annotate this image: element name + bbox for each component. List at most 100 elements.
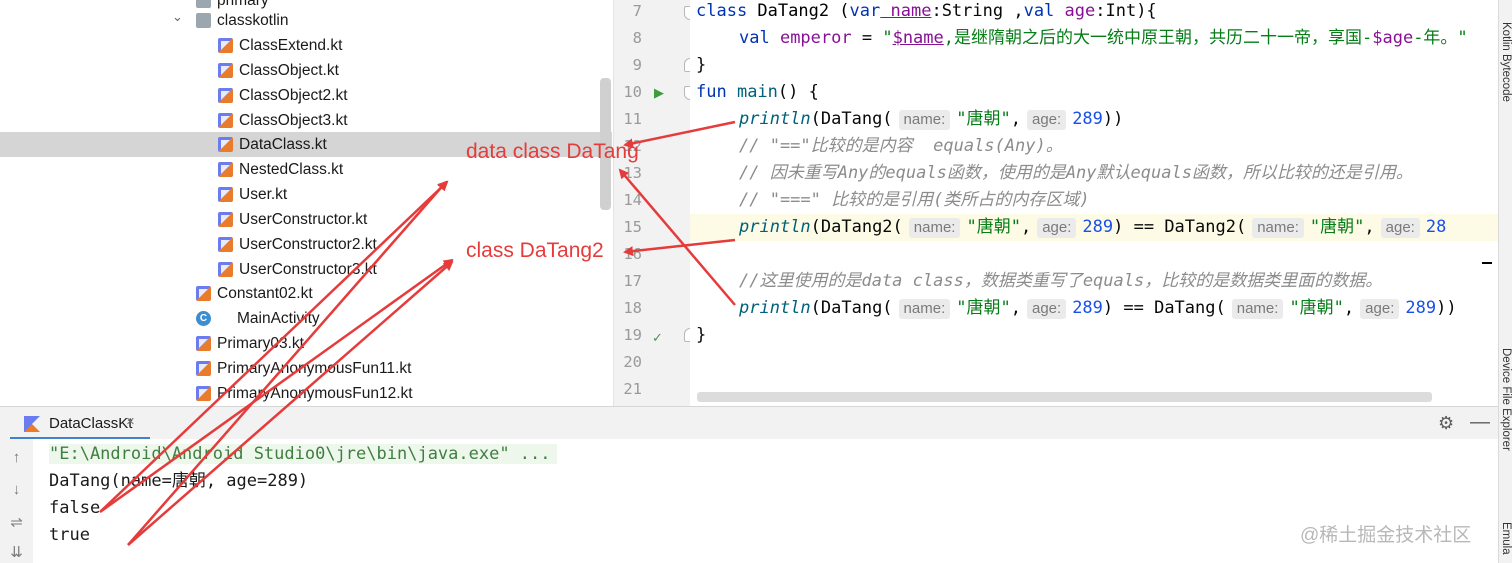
chevron-down-icon[interactable]: ⌄ [172, 4, 183, 29]
line-number: 20 [623, 353, 642, 371]
line-number: 21 [623, 380, 642, 398]
code-line-8: val emperor = "$name,是继隋朝之后的大一统中原王朝，共历二十… [739, 28, 1468, 48]
tree-item[interactable]: ClassObject2.kt [0, 83, 612, 108]
right-tool-strip: Kotlin Bytecode Device File Explorer Emu… [1498, 0, 1512, 563]
run-main-icon[interactable]: ▶ [654, 79, 664, 106]
close-icon[interactable]: × [126, 413, 135, 430]
tree-item-label: UserConstructor.kt [239, 211, 368, 228]
kotlin-file-icon [196, 386, 211, 401]
down-arrow-icon[interactable]: ↓ [8, 481, 25, 498]
activity-class-icon: C [196, 311, 211, 326]
tree-item-label: NestedClass.kt [239, 161, 344, 178]
kotlin-file-icon [196, 336, 211, 351]
console-output-line: false [49, 498, 101, 518]
code-line-13: // 因未重写Any的equals函数，使用的是Any默认equals函数，所以… [739, 163, 1413, 183]
minimize-icon[interactable]: — [1470, 411, 1490, 434]
code-line-15: println(DaTang2(name: "唐朝", age: 289) == Da… [739, 217, 1447, 238]
line-number: 11 [623, 110, 642, 128]
tree-item-label: ClassObject3.kt [239, 112, 348, 129]
tree-item[interactable]: ClassExtend.kt [0, 33, 612, 58]
param-hint-name: name: [908, 218, 961, 238]
code-line-12: // "=="比较的是内容 equals(Any)。 [739, 136, 1063, 156]
text-cursor [1482, 262, 1492, 264]
tree-item-label: Constant02.kt [217, 285, 313, 302]
tree-item[interactable]: PrimaryAnonymousFun11.kt [0, 356, 612, 381]
project-tree: primary ⌄ classkotlin ClassExtend.kt ClassOb… [0, 0, 612, 406]
tree-item-label: UserConstructor3.kt [239, 261, 377, 278]
code-line-19: } [696, 325, 707, 345]
tree-item[interactable]: PrimaryAnonymousFun12.kt [0, 381, 612, 406]
kotlin-file-icon [218, 137, 233, 152]
code-line-14: // "===" 比较的是引用(类所占的内存区域) [739, 190, 1090, 210]
tree-item-label: ClassObject.kt [239, 62, 339, 79]
watermark: @稀土掘金技术社区 [1300, 525, 1472, 546]
tree-item[interactable]: ClassObject3.kt [0, 108, 612, 133]
kotlin-file-icon [196, 286, 211, 301]
line-number: 19 [623, 326, 642, 344]
code-line-10: fun main() { [696, 82, 819, 102]
folder-icon [196, 0, 211, 8]
param-hint-age: age: [1026, 299, 1067, 319]
param-hint-age: age: [1360, 299, 1400, 319]
kotlin-run-icon [24, 416, 40, 432]
check-ok-icon: ✓ [652, 330, 663, 345]
code-line-9: } [696, 55, 707, 75]
console-output-line: true [49, 525, 90, 545]
tab-emulator[interactable]: Emula [1499, 522, 1512, 555]
tab-run-dataclasskt[interactable]: DataClassKt × [10, 407, 150, 440]
scroll-to-end-icon[interactable]: ⇊ [8, 543, 25, 561]
tree-item[interactable]: ClassObject.kt [0, 58, 612, 83]
code-line-17: //这里使用的是data class，数据类重写了equals，比较的是数据类里… [739, 271, 1383, 291]
line-number: 16 [623, 245, 642, 263]
code-line-11: println(DaTang(name: "唐朝", age: 289)) [739, 109, 1124, 130]
kotlin-file-icon [218, 88, 233, 103]
tree-item-label: UserConstructor2.kt [239, 236, 377, 253]
line-number: 9 [632, 56, 642, 74]
line-number: 10 [623, 83, 642, 101]
tree-item-label: Primary03.kt [217, 335, 304, 352]
line-number: 13 [623, 164, 642, 182]
run-tab-label: DataClassKt [49, 415, 133, 432]
tree-item-label: User.kt [239, 186, 288, 203]
kotlin-file-icon [218, 212, 233, 227]
console-command-line: "E:\Android\Android Studio0\jre\bin\java… [49, 441, 557, 468]
kotlin-file-icon [218, 38, 233, 53]
tree-item-label: PrimaryAnonymousFun12.kt [217, 385, 413, 402]
param-hint-name: name: [898, 110, 951, 130]
tree-item-label: ClassObject2.kt [239, 87, 348, 104]
code-editor[interactable]: class DaTang2 (var name:String ,val age:… [690, 0, 1498, 406]
param-hint-name: name: [1231, 299, 1284, 319]
code-line-18: println(DaTang(name: "唐朝", age: 289) == DaT… [739, 298, 1457, 319]
line-number: 8 [632, 29, 642, 47]
param-hint-age: age: [1380, 218, 1420, 238]
param-hint-name: name: [1252, 218, 1304, 238]
line-number: 18 [623, 299, 642, 317]
kotlin-file-icon [218, 187, 233, 202]
console-output-line: DaTang(name=唐朝, age=289) [49, 471, 309, 491]
folder-icon [196, 13, 211, 28]
tree-item-label: classkotlin [217, 12, 289, 29]
tab-kotlin-bytecode[interactable]: Kotlin Bytecode [1499, 22, 1512, 102]
kotlin-file-icon [196, 361, 211, 376]
tab-device-file-explorer[interactable]: Device File Explorer [1499, 348, 1512, 451]
tree-item-label: ClassExtend.kt [239, 37, 343, 54]
param-hint-age: age: [1037, 218, 1077, 238]
up-arrow-icon[interactable]: ↑ [8, 449, 25, 466]
annotation-data-class: data class DaTang [466, 140, 639, 163]
run-panel-header: DataClassKt × ⚙ — [0, 406, 1498, 440]
line-number: 14 [623, 191, 642, 209]
tree-item[interactable]: UserConstructor.kt [0, 207, 612, 232]
tree-item[interactable]: Constant02.kt [0, 281, 612, 306]
soft-wrap-icon[interactable]: ⇌ [8, 513, 25, 531]
tree-item[interactable]: Primary03.kt [0, 331, 612, 356]
tree-item[interactable]: User.kt [0, 182, 612, 207]
kotlin-file-icon [218, 162, 233, 177]
run-console[interactable]: "E:\Android\Android Studio0\jre\bin\java… [33, 439, 1498, 563]
editor-gutter: ▶ ✓ 7 8 9 10 11 12 13 14 15 16 17 18 19 20 21 [613, 0, 691, 406]
gear-icon[interactable]: ⚙ [1438, 413, 1454, 434]
tree-item[interactable]: C MainActivity [0, 306, 612, 331]
tree-item[interactable]: ⌄ classkotlin [0, 8, 612, 33]
editor-horizontal-scrollbar[interactable] [697, 392, 1432, 402]
code-line-7: class DaTang2 (var name:String ,val age:… [696, 1, 1157, 21]
param-hint-name: name: [898, 299, 951, 319]
